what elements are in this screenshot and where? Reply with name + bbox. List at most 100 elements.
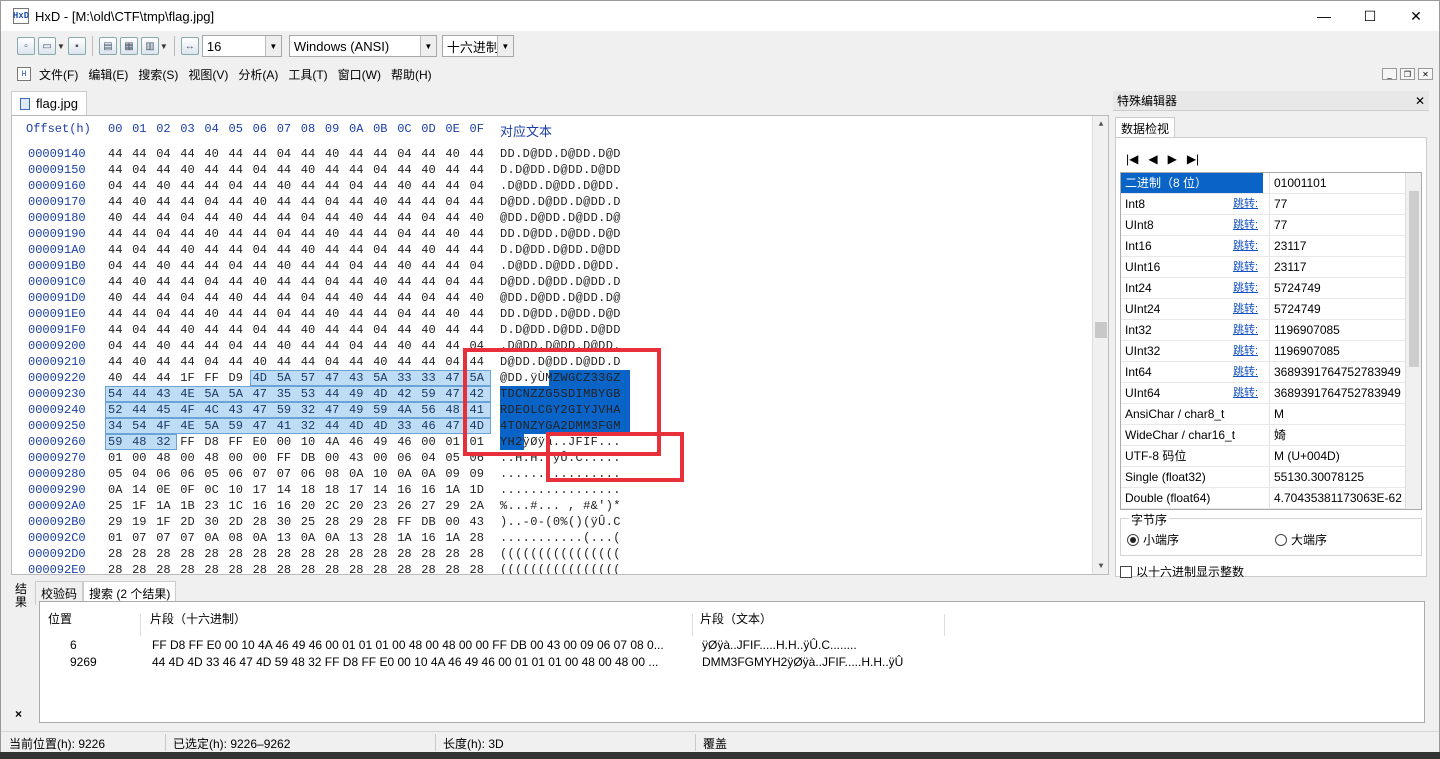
hex-byte[interactable]: 0A bbox=[301, 530, 321, 546]
hex-byte[interactable]: 4F bbox=[156, 418, 176, 434]
row-text[interactable]: D.D@DD.D@DD.D@DD bbox=[500, 162, 621, 178]
hex-byte[interactable]: 44 bbox=[108, 242, 128, 258]
hex-byte[interactable]: 0A bbox=[325, 530, 345, 546]
hex-byte[interactable]: 28 bbox=[421, 562, 441, 574]
hex-byte[interactable]: 04 bbox=[108, 258, 128, 274]
hex-byte[interactable]: 20 bbox=[301, 498, 321, 514]
hex-byte[interactable]: 44 bbox=[204, 322, 224, 338]
hex-byte[interactable]: 59 bbox=[108, 434, 128, 450]
hex-byte[interactable]: 44 bbox=[229, 322, 249, 338]
menu-file[interactable]: 文件(F) bbox=[39, 66, 78, 83]
hex-byte[interactable]: 04 bbox=[204, 354, 224, 370]
mdi-restore-button[interactable]: ❐ bbox=[1400, 68, 1415, 80]
hex-byte[interactable]: 44 bbox=[325, 418, 345, 434]
hex-byte[interactable]: 06 bbox=[229, 466, 249, 482]
hex-byte[interactable]: 0A bbox=[349, 466, 369, 482]
hex-byte[interactable]: 44 bbox=[373, 210, 393, 226]
hex-byte[interactable]: 04 bbox=[253, 162, 273, 178]
hex-byte[interactable]: 44 bbox=[132, 402, 152, 418]
hex-byte[interactable]: 44 bbox=[325, 242, 345, 258]
inspector-row[interactable]: UInt16 跳转: 23117 bbox=[1121, 257, 1421, 278]
hex-byte[interactable]: 27 bbox=[421, 498, 441, 514]
close-button[interactable]: ✕ bbox=[1393, 1, 1439, 31]
hex-byte[interactable]: 44 bbox=[132, 306, 152, 322]
hex-byte[interactable]: 49 bbox=[349, 386, 369, 402]
inspector-row[interactable]: UInt24 跳转: 5724749 bbox=[1121, 299, 1421, 320]
hex-byte[interactable]: 5A bbox=[229, 386, 249, 402]
hex-byte[interactable]: 40 bbox=[397, 178, 417, 194]
hex-byte[interactable]: 44 bbox=[180, 354, 200, 370]
hex-byte[interactable]: 0A bbox=[397, 466, 417, 482]
hex-byte[interactable]: 44 bbox=[204, 242, 224, 258]
row-text[interactable]: @DD.D@DD.D@DD.D@ bbox=[500, 210, 621, 226]
hex-byte[interactable]: 44 bbox=[421, 306, 441, 322]
inspector-value[interactable]: 5724749 bbox=[1269, 278, 1415, 298]
hex-byte[interactable]: 04 bbox=[470, 178, 490, 194]
hex-byte[interactable]: 44 bbox=[373, 178, 393, 194]
hex-byte[interactable]: 04 bbox=[373, 242, 393, 258]
hex-byte[interactable]: 0A bbox=[108, 482, 128, 498]
last-icon[interactable]: ▶| bbox=[1187, 152, 1199, 166]
hex-byte[interactable]: 44 bbox=[132, 146, 152, 162]
hex-byte[interactable]: 08 bbox=[325, 466, 345, 482]
hex-byte[interactable]: 59 bbox=[229, 418, 249, 434]
hex-byte[interactable]: 47 bbox=[253, 402, 273, 418]
hex-byte[interactable]: 28 bbox=[204, 546, 224, 562]
hex-byte[interactable]: 49 bbox=[349, 402, 369, 418]
row-text[interactable]: @DD.D@DD.D@DD.D@ bbox=[500, 290, 621, 306]
inspector-row[interactable]: Int64 跳转: 3689391764752783949 bbox=[1121, 362, 1421, 383]
hex-byte[interactable]: 44 bbox=[470, 194, 490, 210]
hex-byte[interactable]: 44 bbox=[156, 354, 176, 370]
hex-byte[interactable]: 32 bbox=[156, 434, 176, 450]
hex-byte[interactable]: 44 bbox=[470, 162, 490, 178]
inspector-row[interactable]: UInt8 跳转: 77 bbox=[1121, 215, 1421, 236]
hex-byte[interactable]: 28 bbox=[108, 562, 128, 574]
hex-byte[interactable]: 44 bbox=[180, 274, 200, 290]
hex-byte[interactable]: 40 bbox=[301, 322, 321, 338]
hex-byte[interactable]: 48 bbox=[132, 434, 152, 450]
hex-byte[interactable]: 0C bbox=[204, 482, 224, 498]
hex-byte[interactable]: 40 bbox=[397, 338, 417, 354]
hex-byte[interactable]: 07 bbox=[132, 530, 152, 546]
hex-byte[interactable]: 00 bbox=[180, 450, 200, 466]
big-endian-radio[interactable]: 大端序 bbox=[1275, 531, 1327, 548]
hex-byte[interactable]: 44 bbox=[397, 274, 417, 290]
hex-byte[interactable]: 44 bbox=[470, 146, 490, 162]
hex-byte[interactable]: 44 bbox=[156, 274, 176, 290]
hex-byte[interactable]: 4C bbox=[204, 402, 224, 418]
hex-byte[interactable]: 44 bbox=[301, 226, 321, 242]
hex-byte[interactable]: 28 bbox=[277, 562, 297, 574]
hex-byte[interactable]: 40 bbox=[229, 210, 249, 226]
hex-byte[interactable]: 40 bbox=[132, 194, 152, 210]
hex-byte[interactable]: 09 bbox=[445, 466, 465, 482]
hex-byte[interactable]: 10 bbox=[373, 466, 393, 482]
hex-byte[interactable]: 28 bbox=[373, 514, 393, 530]
hex-byte[interactable]: 40 bbox=[470, 290, 490, 306]
inspector-row[interactable]: Double (float64) 4.70435381173063E-62 bbox=[1121, 488, 1421, 509]
jump-link[interactable]: 跳转: bbox=[1233, 278, 1258, 298]
inspector-scrollbar[interactable] bbox=[1405, 173, 1421, 509]
hex-byte[interactable]: 00 bbox=[325, 450, 345, 466]
hex-byte[interactable]: 40 bbox=[301, 162, 321, 178]
inspector-row[interactable]: Int24 跳转: 5724749 bbox=[1121, 278, 1421, 299]
hex-byte[interactable]: 44 bbox=[397, 354, 417, 370]
hex-byte[interactable]: 16 bbox=[397, 482, 417, 498]
mdi-minimize-button[interactable]: _ bbox=[1382, 68, 1397, 80]
hex-byte[interactable]: 28 bbox=[325, 546, 345, 562]
hex-byte[interactable]: 40 bbox=[445, 146, 465, 162]
hex-byte[interactable]: 44 bbox=[325, 258, 345, 274]
hex-byte[interactable]: 06 bbox=[180, 466, 200, 482]
hex-byte[interactable]: 44 bbox=[204, 290, 224, 306]
hex-byte[interactable]: 44 bbox=[349, 146, 369, 162]
hex-byte[interactable]: 07 bbox=[253, 466, 273, 482]
hex-byte[interactable]: 2D bbox=[229, 514, 249, 530]
jump-link[interactable]: 跳转: bbox=[1233, 257, 1258, 277]
hex-byte[interactable]: 30 bbox=[204, 514, 224, 530]
hex-byte[interactable]: 18 bbox=[325, 482, 345, 498]
hex-byte[interactable]: 44 bbox=[397, 322, 417, 338]
hex-byte[interactable]: 44 bbox=[373, 338, 393, 354]
hex-byte[interactable]: 40 bbox=[180, 162, 200, 178]
menu-search[interactable]: 搜索(S) bbox=[138, 66, 178, 83]
hex-byte[interactable]: 10 bbox=[229, 482, 249, 498]
hex-byte[interactable]: 44 bbox=[301, 258, 321, 274]
